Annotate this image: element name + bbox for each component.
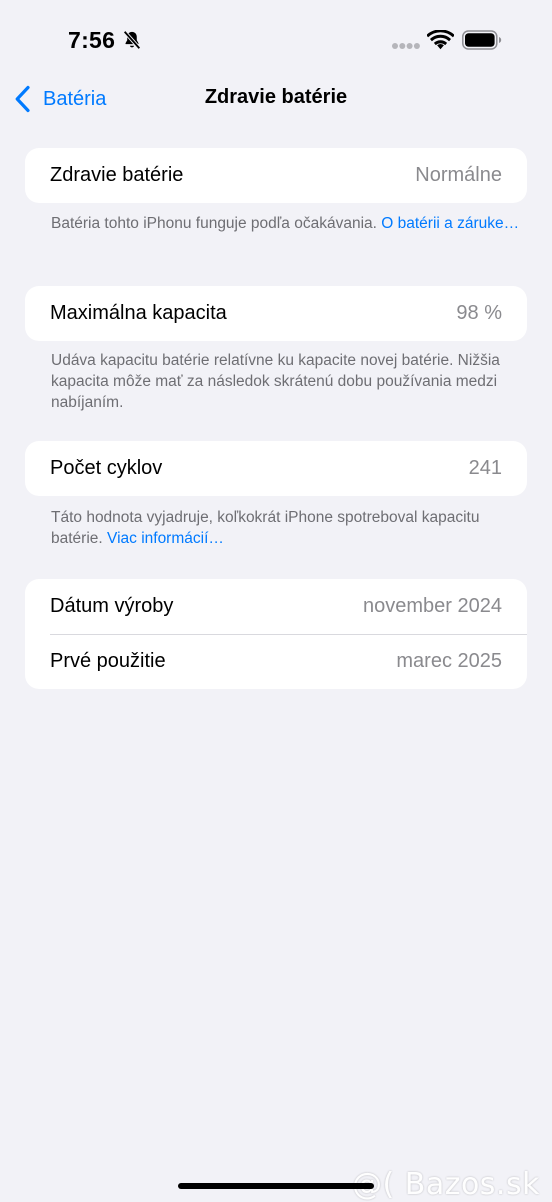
bell-slash-icon bbox=[123, 30, 141, 50]
max-capacity-row: Maximálna kapacita 98 % bbox=[25, 286, 527, 341]
battery-warranty-link[interactable]: O batérii a záruke… bbox=[381, 215, 519, 232]
wifi-icon bbox=[427, 30, 454, 50]
first-use-value: marec 2025 bbox=[396, 650, 502, 672]
cycle-count-label: Počet cyklov bbox=[50, 457, 163, 479]
manufacture-date-value: november 2024 bbox=[363, 595, 502, 617]
watermark: @( Bazos.sk bbox=[352, 1167, 540, 1202]
battery-icon bbox=[462, 30, 502, 50]
battery-health-footnote: Batéria tohto iPhonu funguje podľa očaká… bbox=[51, 213, 521, 234]
row-divider bbox=[50, 634, 527, 635]
first-use-label: Prvé použitie bbox=[50, 650, 166, 672]
status-time: 7:56 bbox=[68, 27, 116, 53]
battery-health-card: Zdravie batérie Normálne bbox=[25, 148, 527, 203]
battery-health-row: Zdravie batérie Normálne bbox=[25, 148, 527, 203]
cycle-count-row: Počet cyklov 241 bbox=[25, 441, 527, 496]
max-capacity-label: Maximálna kapacita bbox=[50, 302, 227, 324]
max-capacity-value: 98 % bbox=[456, 302, 502, 324]
cycle-count-card: Počet cyklov 241 bbox=[25, 441, 527, 496]
home-indicator[interactable] bbox=[178, 1183, 374, 1189]
first-use-row: Prvé použitie marec 2025 bbox=[25, 634, 527, 689]
status-bar: 7:56 bbox=[0, 0, 552, 80]
cycle-count-value: 241 bbox=[468, 457, 502, 479]
cycle-count-footnote: Táto hodnota vyjadruje, koľkokrát iPhone… bbox=[51, 507, 521, 549]
dates-card: Dátum výroby november 2024 Prvé použitie… bbox=[25, 579, 527, 689]
cellular-signal-icon bbox=[392, 43, 420, 49]
more-info-link[interactable]: Viac informácií… bbox=[107, 530, 224, 547]
page-title: Zdravie batérie bbox=[204, 86, 348, 108]
manufacture-date-label: Dátum výroby bbox=[50, 595, 174, 617]
battery-health-note-text: Batéria tohto iPhonu funguje podľa očaká… bbox=[51, 215, 382, 232]
max-capacity-card: Maximálna kapacita 98 % bbox=[25, 286, 527, 341]
battery-health-value: Normálne bbox=[415, 164, 502, 186]
max-capacity-footnote: Udáva kapacitu batérie relatívne ku kapa… bbox=[51, 352, 500, 411]
battery-health-label: Zdravie batérie bbox=[50, 164, 184, 186]
manufacture-date-row: Dátum výroby november 2024 bbox=[25, 579, 527, 634]
